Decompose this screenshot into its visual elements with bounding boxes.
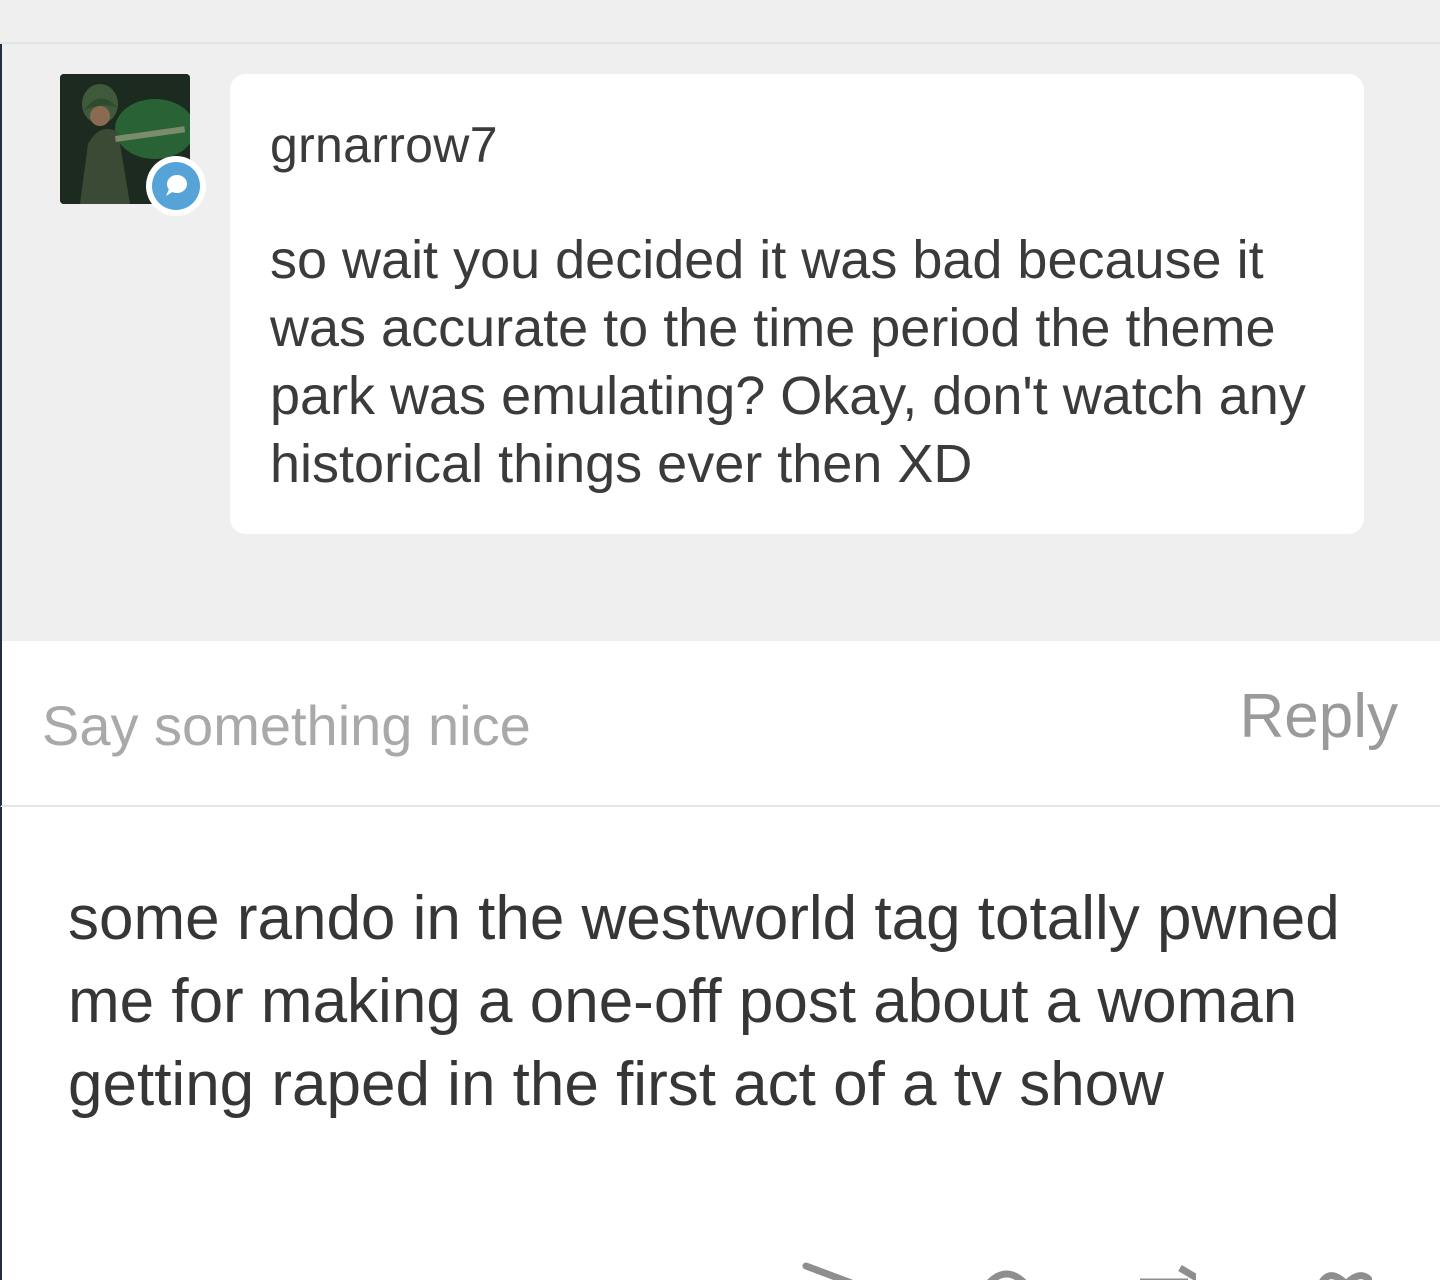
reply-button[interactable]: Reply — [1239, 681, 1398, 752]
reply-input[interactable] — [42, 685, 1142, 765]
post-actions — [0, 1240, 1440, 1280]
top-strip — [0, 0, 1440, 44]
comment-badge — [146, 156, 206, 216]
screen: grnarrow7 so wait you decided it was bad… — [0, 0, 1440, 1280]
reply-bar: Reply — [0, 641, 1440, 807]
post-text: some rando in the westworld tag totally … — [68, 884, 1340, 1119]
like-icon[interactable] — [1312, 1262, 1372, 1280]
share-icon[interactable] — [800, 1262, 860, 1280]
comment-bubble: grnarrow7 so wait you decided it was bad… — [230, 74, 1364, 534]
comment-icon[interactable] — [976, 1262, 1036, 1280]
comment-thread: grnarrow7 so wait you decided it was bad… — [0, 44, 1440, 641]
comment-text: so wait you decided it was bad because i… — [270, 230, 1306, 494]
speech-bubble-icon — [152, 162, 200, 210]
comment-username[interactable]: grnarrow7 — [270, 116, 498, 174]
post-body: some rando in the westworld tag totally … — [0, 807, 1440, 1280]
reblog-icon[interactable] — [1136, 1262, 1196, 1280]
